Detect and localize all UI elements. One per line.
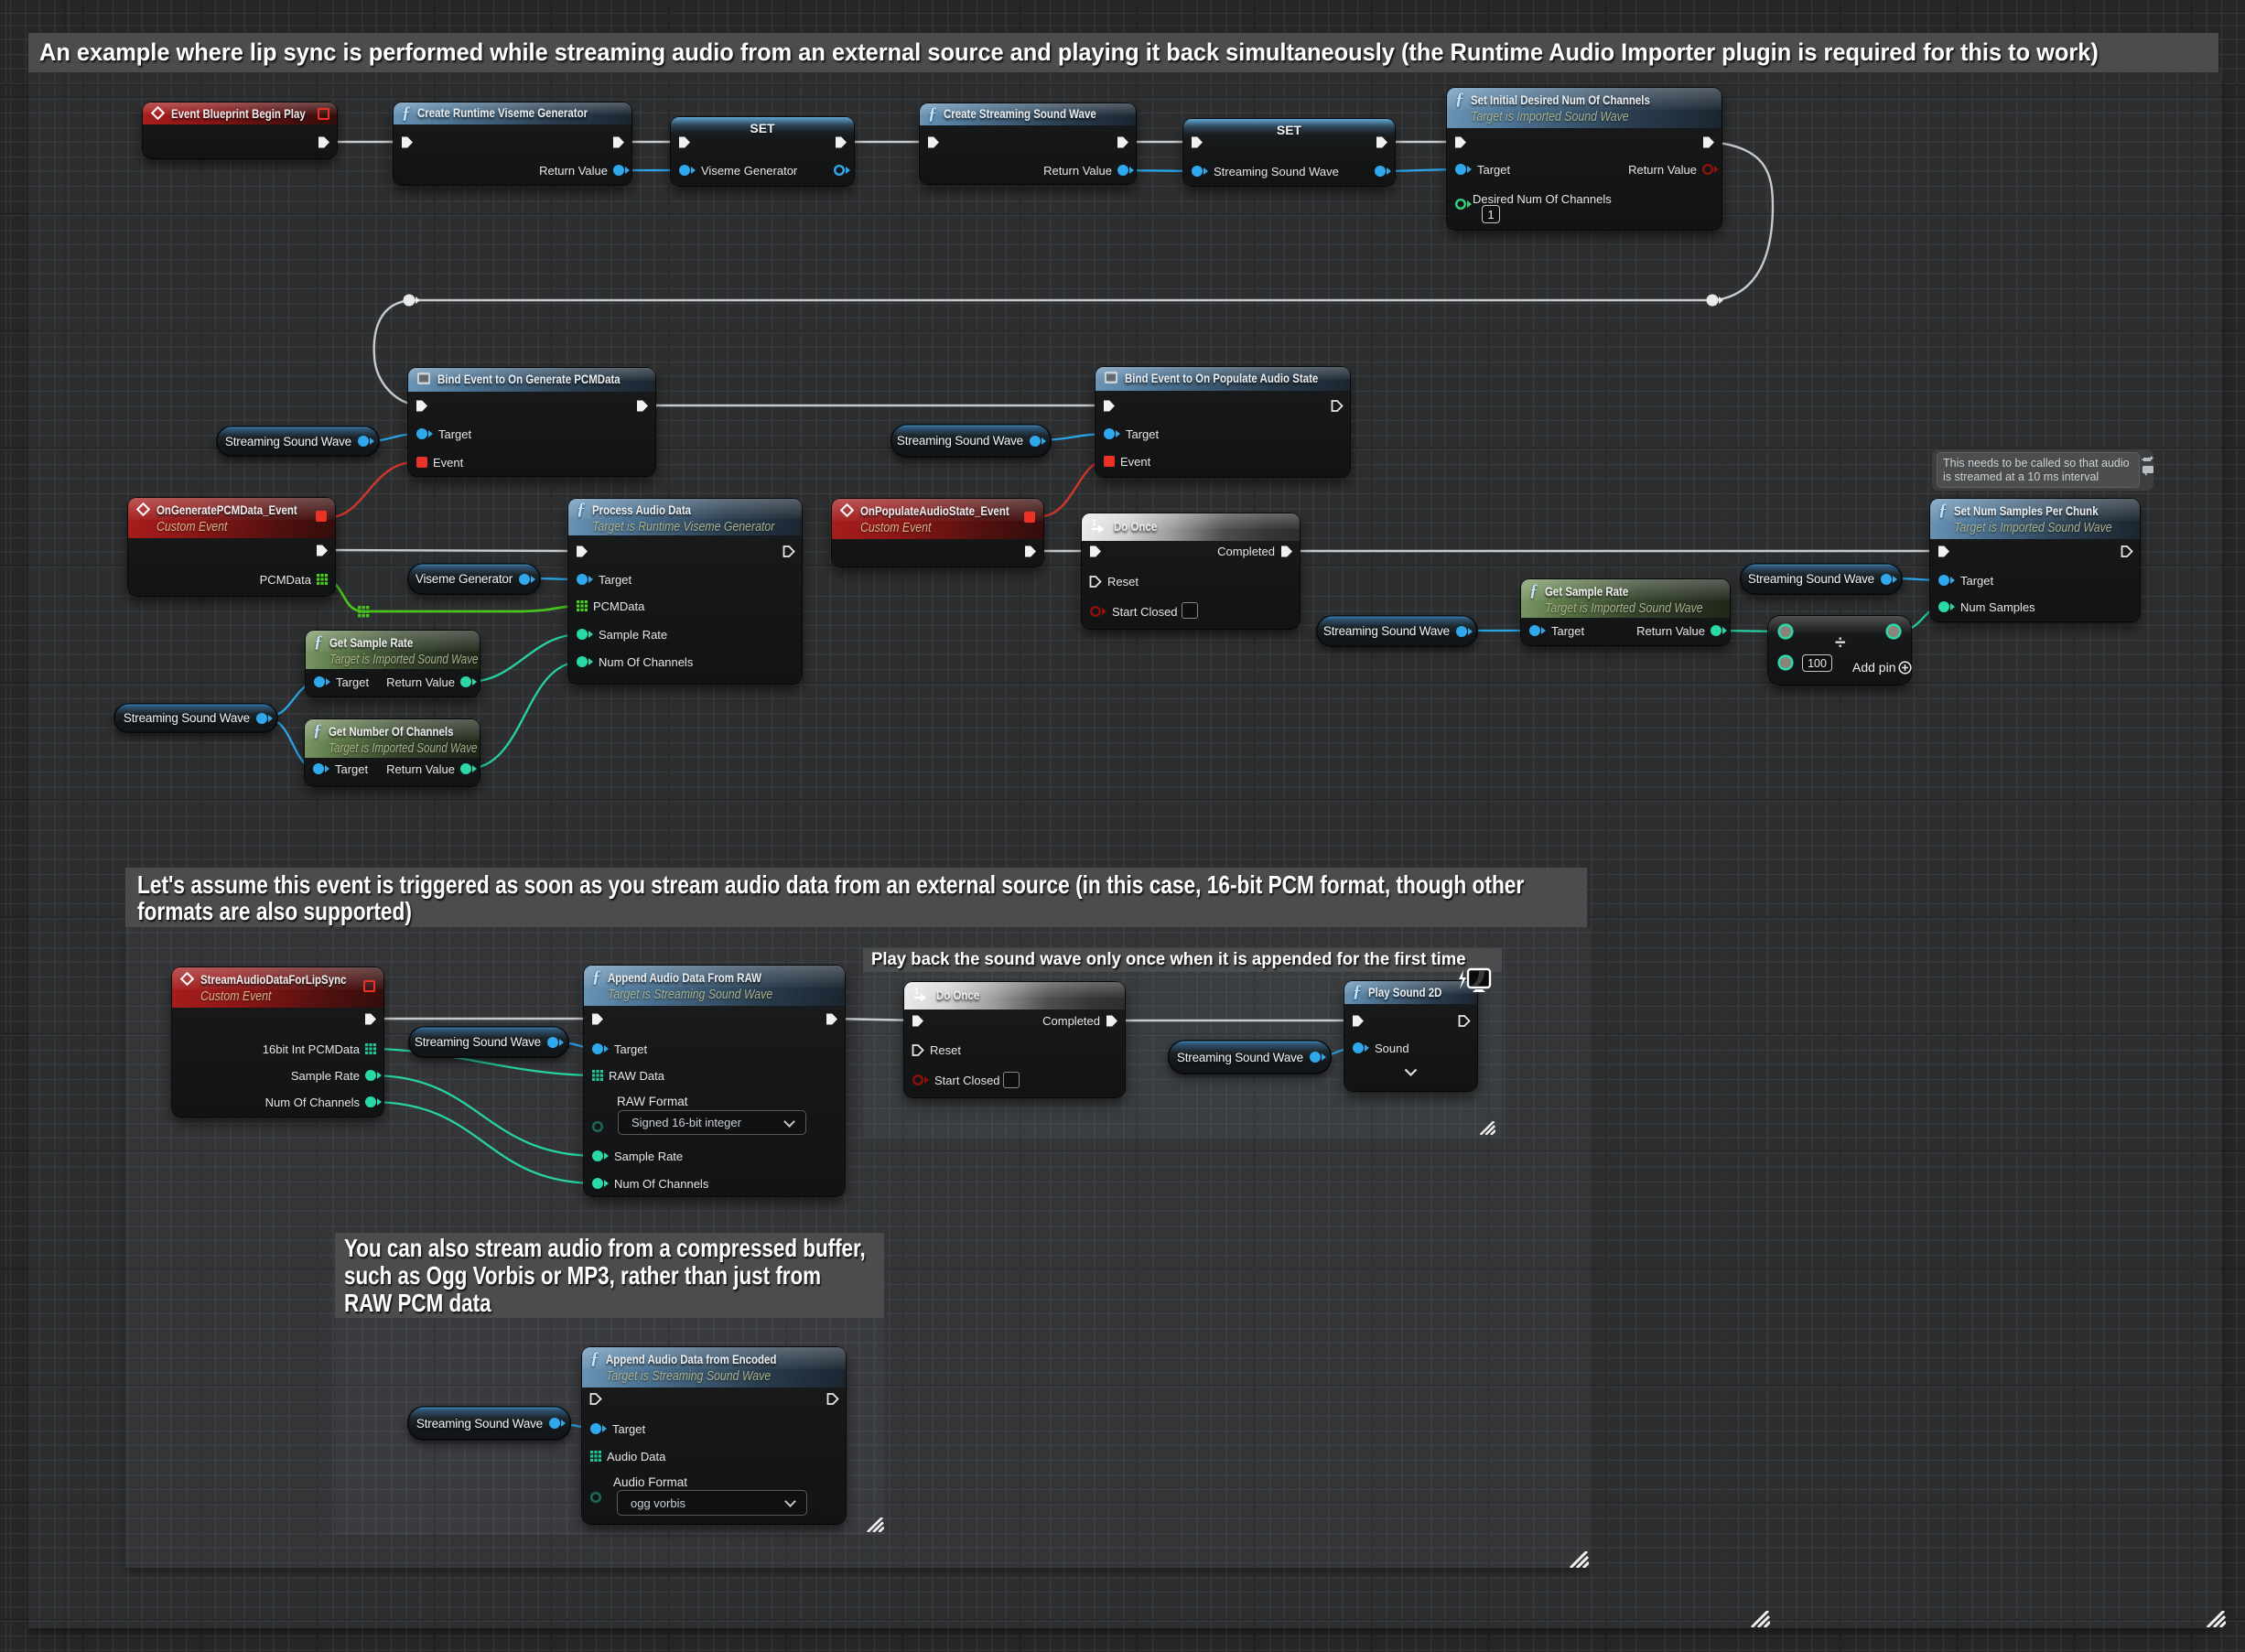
svg-text:1: 1 (1092, 518, 1096, 527)
svg-text:1: 1 (914, 987, 919, 996)
